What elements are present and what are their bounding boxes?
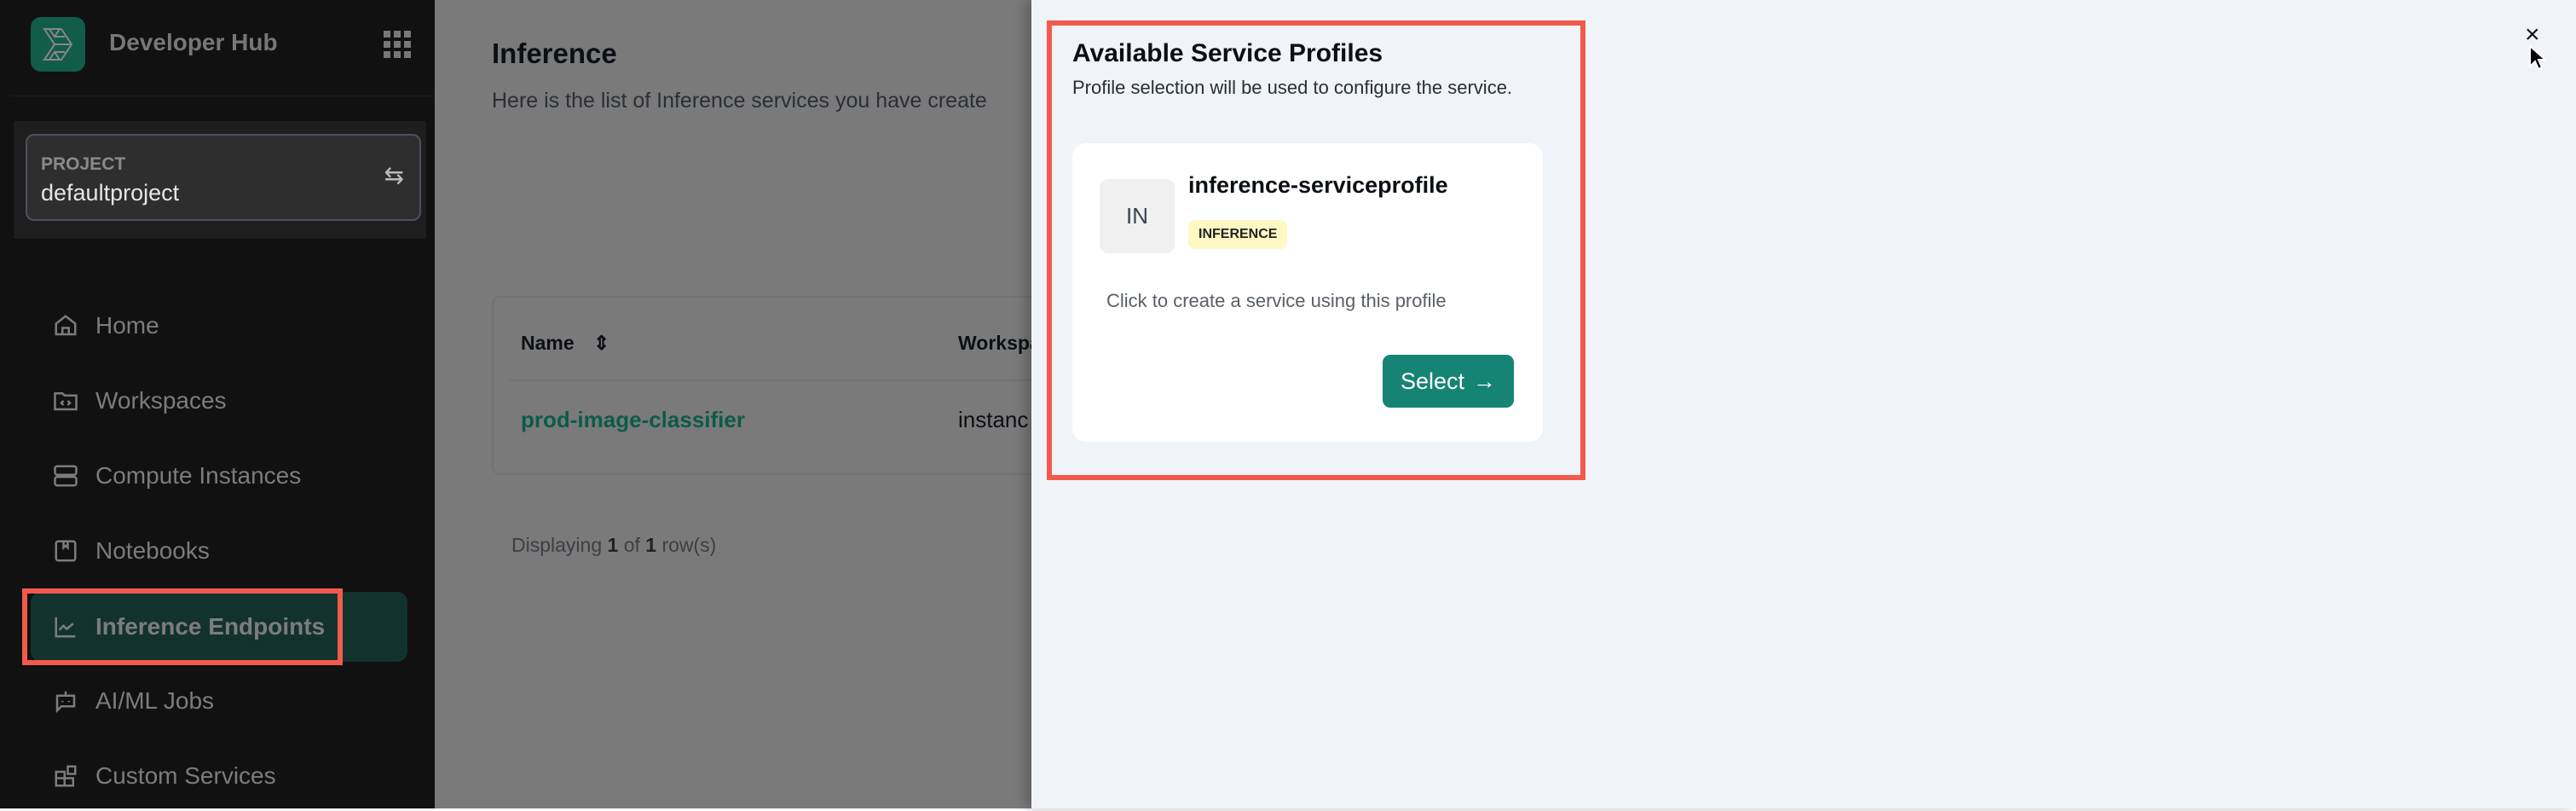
sidebar-item-compute-instances[interactable]: Compute Instances — [31, 441, 407, 511]
column-header-label: Name — [521, 332, 575, 354]
page-subtitle: Here is the list of Inference services y… — [492, 89, 987, 113]
services-table: Name ⇕ Workspa prod-image-classifier ins… — [492, 296, 1089, 475]
divider — [509, 379, 1087, 381]
sidebar-item-home[interactable]: Home — [31, 291, 407, 361]
blocks-icon — [55, 765, 77, 787]
column-header-name[interactable]: Name ⇕ — [521, 332, 609, 355]
home-icon — [55, 315, 77, 336]
sidebar-item-custom-services[interactable]: Custom Services — [31, 741, 407, 811]
annotation-highlight-box — [22, 588, 343, 665]
service-profiles-drawer: Available Service Profiles Profile selec… — [1031, 0, 2576, 808]
annotation-highlight-box — [1047, 20, 1585, 480]
page-title: Inference — [492, 38, 617, 69]
mouse-cursor-icon — [2529, 44, 2547, 71]
sidebar-item-label: AI/ML Jobs — [95, 687, 215, 714]
app-title: Developer Hub — [109, 29, 278, 55]
app-grid-icon[interactable] — [384, 31, 411, 58]
notebook-icon — [55, 540, 77, 562]
main-content: Inference Here is the list of Inference … — [435, 0, 1089, 808]
sidebar-item-label: Compute Instances — [95, 462, 302, 489]
sidebar-item-ai-ml-jobs[interactable]: AI/ML Jobs — [31, 666, 407, 736]
footer-text: row(s) — [661, 534, 717, 556]
column-header-workspace[interactable]: Workspa — [958, 332, 1041, 355]
service-name-link[interactable]: prod-image-classifier — [521, 407, 745, 433]
footer-shown: 1 — [607, 534, 619, 556]
swap-icon[interactable]: ⇆ — [384, 161, 404, 189]
project-name: defaultproject — [41, 180, 180, 206]
folder-code-icon — [54, 392, 78, 411]
footer-total: 1 — [645, 534, 657, 556]
pagination-summary: Displaying 1 of 1 row(s) — [511, 534, 716, 557]
service-workspace: instanc — [958, 407, 1029, 432]
project-label: PROJECT — [41, 154, 126, 174]
sidebar: Developer Hub PROJECT defaultproject ⇆ H… — [0, 0, 435, 808]
footer-text: of — [623, 534, 640, 556]
sidebar-item-label: Custom Services — [95, 762, 276, 789]
project-section: PROJECT defaultproject ⇆ — [14, 121, 426, 239]
footer-text: Displaying — [511, 534, 603, 556]
sidebar-item-label: Home — [95, 312, 159, 339]
bot-icon — [55, 691, 76, 714]
sidebar-item-workspaces[interactable]: Workspaces — [31, 366, 407, 436]
sort-icon[interactable]: ⇕ — [593, 332, 609, 354]
sidebar-item-label: Notebooks — [95, 537, 210, 564]
sidebar-item-label: Workspaces — [95, 387, 227, 414]
sidebar-item-notebooks[interactable]: Notebooks — [31, 516, 407, 586]
server-icon — [54, 465, 78, 487]
app-logo[interactable] — [31, 17, 85, 72]
project-switcher[interactable]: PROJECT defaultproject ⇆ — [26, 134, 421, 221]
